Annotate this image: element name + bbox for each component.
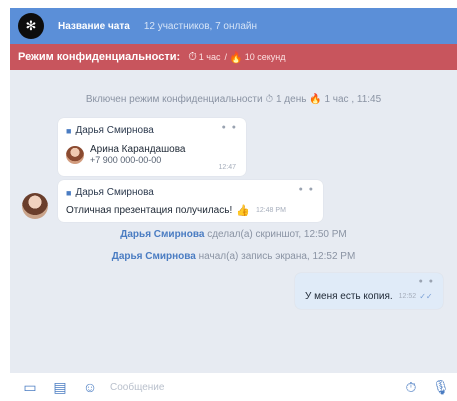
- message-time: 12:47: [218, 164, 236, 171]
- privacy-mode-bar[interactable]: Режим конфиденциальности: ⏱ 1 час / 🔥 10…: [10, 44, 457, 70]
- privacy-hour: 1 час , 11:45: [324, 94, 382, 105]
- chat-logo-icon: ✻: [25, 18, 37, 33]
- message-status-icons: ● ●: [221, 124, 238, 131]
- message-sender: ■ Дарья Смирнова: [66, 187, 154, 198]
- timer-icon[interactable]: ⏱: [401, 379, 421, 396]
- screenshot-action: сделал(а) скриншот, 12:50 PM: [207, 229, 347, 240]
- privacy-timer-1: 1 час: [198, 52, 221, 62]
- contact-phone: +7 900 000-00-00: [90, 155, 162, 165]
- clipboard-icon[interactable]: ▤: [50, 379, 70, 396]
- attach-icon[interactable]: ▭: [20, 379, 40, 396]
- sender-name: Дарья Смирнова: [75, 125, 154, 136]
- message-input[interactable]: [110, 381, 391, 393]
- screen-record-notice: Дарья Смирнова начал(а) запись экрана, 1…: [10, 251, 457, 262]
- message-body: Отличная презентация получилась! 👍 12:48…: [66, 204, 286, 217]
- privacy-mode-label: Режим конфиденциальности:: [18, 51, 181, 63]
- privacy-enabled-notice: Включен режим конфиденциальности ⏱ 1 ден…: [10, 94, 457, 105]
- chat-title[interactable]: Название чата: [58, 21, 130, 32]
- privacy-separator: /: [224, 52, 227, 62]
- timer-icon: ⏱: [188, 50, 197, 63]
- fire-icon: 🔥: [309, 94, 325, 105]
- chat-avatar[interactable]: ✻: [18, 13, 44, 39]
- message-composer: ▭ ▤ ☺ ⏱ 🎙: [10, 373, 457, 401]
- thumbs-up-icon: 👍: [236, 205, 250, 217]
- emoji-icon[interactable]: ☺: [80, 379, 100, 395]
- read-check-icon: ✓✓: [419, 292, 433, 301]
- timer-icon: ⏱: [265, 94, 276, 105]
- message-time: 12:48 PM: [255, 207, 286, 214]
- record-action: начал(а) запись экрана, 12:52 PM: [198, 251, 356, 262]
- message-status-icons: ● ●: [298, 186, 315, 193]
- screenshot-notice: Дарья Смирнова сделал(а) скриншот, 12:50…: [10, 229, 457, 240]
- sender-avatar[interactable]: [22, 193, 48, 219]
- chat-window: ✻ Название чата 12 участников, 7 онлайн …: [10, 8, 457, 401]
- bookmark-icon: ■: [66, 125, 72, 136]
- message-text: У меня есть копия.: [305, 291, 393, 302]
- message-status-icons: ● ●: [418, 278, 435, 285]
- message-time: 12:52: [398, 293, 417, 300]
- text-message-bubble[interactable]: ■ Дарья Смирнова ● ● Отличная презентаци…: [58, 180, 323, 222]
- fire-icon: 🔥: [229, 51, 243, 64]
- contact-card[interactable]: Арина Карандашова +7 900 000-00-00: [66, 144, 185, 165]
- privacy-day: 1 день: [275, 94, 307, 105]
- contact-name: Арина Карандашова: [90, 144, 186, 155]
- chat-header[interactable]: ✻ Название чата 12 участников, 7 онлайн: [10, 8, 457, 44]
- screenshot-user[interactable]: Дарья Смирнова: [120, 229, 204, 240]
- message-body: У меня есть копия. 12:52 ✓✓: [305, 291, 433, 302]
- microphone-icon[interactable]: 🎙: [431, 379, 451, 396]
- sender-name: Дарья Смирнова: [75, 187, 154, 198]
- message-text: Отличная презентация получилась!: [66, 205, 233, 216]
- chat-subtitle: 12 участников, 7 онлайн: [143, 20, 258, 32]
- contact-avatar: [66, 145, 84, 164]
- privacy-timer-2: 10 секунд: [244, 52, 286, 62]
- record-user[interactable]: Дарья Смирнова: [112, 251, 196, 262]
- bookmark-icon: ■: [66, 187, 72, 198]
- contact-message-bubble[interactable]: ■ Дарья Смирнова ● ● Арина Карандашова +…: [58, 118, 246, 176]
- outgoing-message-bubble[interactable]: ● ● У меня есть копия. 12:52 ✓✓: [295, 273, 443, 309]
- privacy-enabled-text: Включен режим конфиденциальности: [85, 94, 263, 105]
- message-sender: ■ Дарья Смирнова: [66, 125, 154, 136]
